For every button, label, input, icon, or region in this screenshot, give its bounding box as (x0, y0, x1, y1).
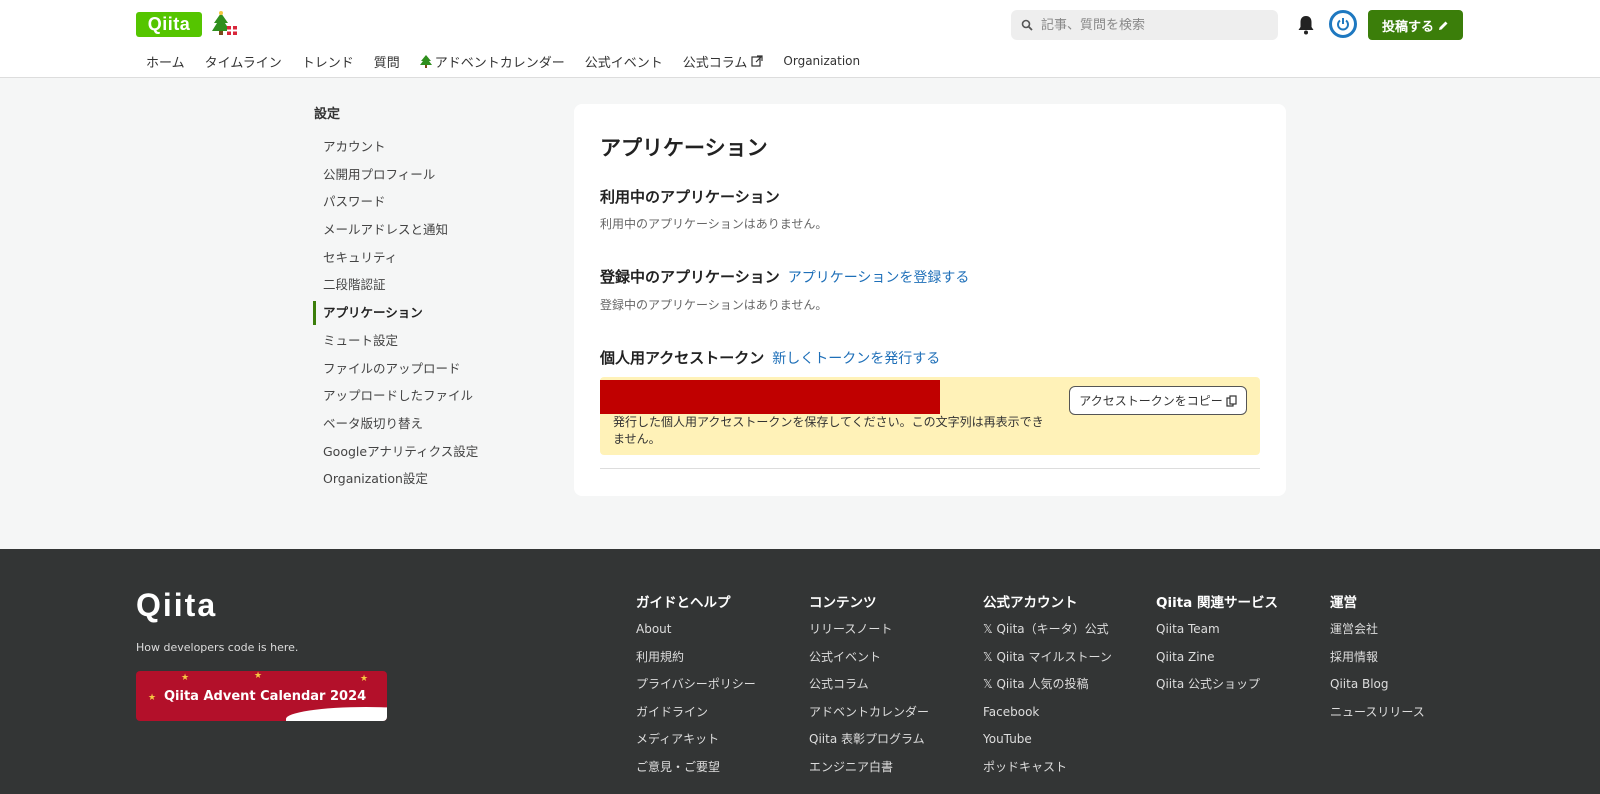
footer-link[interactable]: 𝕏 Qiita 人気の投稿 (983, 675, 1112, 703)
nav-advent-calendar[interactable]: アドベントカレンダー (410, 50, 575, 72)
registered-apps-empty: 登録中のアプリケーションはありません。 (600, 298, 828, 312)
sidebar-item-two-factor[interactable]: 二段階認証 (313, 271, 543, 299)
nav-organization[interactable]: Organization (773, 50, 870, 72)
in-use-apps-heading: 利用中のアプリケーション (600, 188, 780, 206)
footer-link[interactable]: About (636, 620, 756, 648)
footer-link[interactable]: 利用規約 (636, 648, 756, 676)
post-button-label: 投稿する (1381, 19, 1434, 35)
nav-questions[interactable]: 質問 (364, 50, 410, 72)
nav-timeline[interactable]: タイムライン (195, 50, 292, 72)
redacted-token (600, 380, 940, 414)
sidebar-item-organization[interactable]: Organization設定 (313, 465, 543, 493)
snow-decoration (286, 707, 387, 721)
copy-icon (1226, 394, 1237, 407)
notification-bell-icon[interactable] (1296, 14, 1316, 36)
advent-banner-label: Qiita Advent Calendar 2024 (164, 688, 367, 704)
footer-link[interactable]: 𝕏 Qiita（キータ）公式 (983, 620, 1112, 648)
footer-logo[interactable]: Qiita (136, 587, 217, 624)
star-icon: ★ (181, 673, 190, 683)
sidebar-item-uploaded-files[interactable]: アップロードしたファイル (313, 382, 543, 410)
personal-token-heading: 個人用アクセストークン 新しくトークンを発行する (600, 348, 941, 368)
sidebar-item-beta[interactable]: ベータ版切り替え (313, 410, 543, 438)
register-app-link[interactable]: アプリケーションを登録する (788, 267, 970, 287)
sidebar-item-file-upload[interactable]: ファイルのアップロード (313, 355, 543, 383)
user-avatar[interactable] (1329, 10, 1357, 38)
applications-card: アプリケーション 利用中のアプリケーション 利用中のアプリケーションはありません… (574, 104, 1286, 496)
footer-link[interactable]: Qiita Zine (1156, 648, 1278, 676)
footer-link[interactable]: 公式コラム (809, 675, 929, 703)
sidebar-item-public-profile[interactable]: 公開用プロフィール (313, 161, 543, 189)
site-header: Qiita 投稿する ホーム タイムライン トレンド 質問 (0, 0, 1600, 78)
footer-col-operations: 運営 運営会社 採用情報 Qiita Blog ニュースリリース (1330, 591, 1425, 730)
external-link-icon (751, 55, 764, 67)
footer-link[interactable]: 運営会社 (1330, 620, 1425, 648)
sidebar-item-security[interactable]: セキュリティ (313, 244, 543, 272)
nav-official-events[interactable]: 公式イベント (575, 50, 673, 72)
star-icon: ★ (254, 671, 263, 681)
footer-link[interactable]: Qiita 表彰プログラム (809, 730, 929, 758)
footer-link[interactable]: アドベントカレンダー (809, 703, 929, 731)
sidebar-item-google-analytics[interactable]: Googleアナリティクス設定 (313, 438, 543, 466)
page-title: アプリケーション (600, 136, 768, 160)
footer-link[interactable]: リリースノート (809, 620, 929, 648)
footer-col-contents: コンテンツ リリースノート 公式イベント 公式コラム アドベントカレンダー Qi… (809, 591, 929, 785)
sidebar-title: 設定 (314, 107, 341, 122)
footer-link[interactable]: YouTube (983, 730, 1112, 758)
sidebar-item-mute[interactable]: ミュート設定 (313, 327, 543, 355)
copy-token-button[interactable]: アクセストークンをコピー (1069, 386, 1247, 415)
christmas-tree-icon[interactable] (212, 11, 238, 37)
footer-link[interactable]: Qiita 公式ショップ (1156, 675, 1278, 703)
footer-link[interactable]: Qiita Blog (1330, 675, 1425, 703)
registered-apps-heading: 登録中のアプリケーション アプリケーションを登録する (600, 267, 970, 287)
section-divider (600, 468, 1260, 469)
footer-tagline: How developers code is here. (136, 641, 299, 654)
footer-link[interactable]: ニュースリリース (1330, 703, 1425, 731)
search-box[interactable] (1011, 10, 1278, 40)
token-note: 発行した個人用アクセストークンを保存してください。この文字列は再表示できません。 (613, 415, 1044, 446)
footer-link[interactable]: 採用情報 (1330, 648, 1425, 676)
issue-token-link[interactable]: 新しくトークンを発行する (772, 348, 940, 368)
in-use-apps-empty: 利用中のアプリケーションはありません。 (600, 217, 828, 231)
footer-link[interactable]: ポッドキャスト (983, 758, 1112, 786)
footer-link[interactable]: 公式イベント (809, 648, 929, 676)
settings-sidebar: 設定 アカウント 公開用プロフィール パスワード メールアドレスと通知 セキュリ… (313, 104, 543, 493)
footer-link[interactable]: メディアキット (636, 730, 756, 758)
tree-icon (419, 54, 432, 68)
search-input[interactable] (1041, 17, 1261, 33)
site-footer: Qiita How developers code is here. ★ ★ ★… (0, 549, 1600, 794)
footer-link[interactable]: ガイドライン (636, 703, 756, 731)
star-icon: ★ (148, 693, 157, 703)
sidebar-item-applications[interactable]: アプリケーション (313, 299, 543, 327)
main-nav: ホーム タイムライン トレンド 質問 アドベントカレンダー 公式イベント 公式コ… (136, 50, 870, 72)
post-button[interactable]: 投稿する (1368, 10, 1463, 40)
footer-link[interactable]: エンジニア白書 (809, 758, 929, 786)
footer-link[interactable]: 𝕏 Qiita マイルストーン (983, 648, 1112, 676)
footer-col-guide: ガイドとヘルプ About 利用規約 プライバシーポリシー ガイドライン メディ… (636, 591, 756, 785)
sidebar-item-password[interactable]: パスワード (313, 188, 543, 216)
token-notice-box: 発行した個人用アクセストークンを保存してください。この文字列は再表示できません。… (600, 377, 1260, 455)
pencil-icon (1439, 21, 1448, 30)
footer-link[interactable]: ご意見・ご要望 (636, 758, 756, 786)
star-icon: ★ (360, 674, 369, 684)
footer-col-related-services: Qiita 関連サービス Qiita Team Qiita Zine Qiita… (1156, 591, 1278, 703)
footer-link[interactable]: Qiita Team (1156, 620, 1278, 648)
footer-col-official-accounts: 公式アカウント 𝕏 Qiita（キータ）公式 𝕏 Qiita マイルストーン 𝕏… (983, 591, 1112, 785)
footer-link[interactable]: Facebook (983, 703, 1112, 731)
sidebar-item-email-notifications[interactable]: メールアドレスと通知 (313, 216, 543, 244)
power-icon (1337, 18, 1349, 31)
sidebar-item-account[interactable]: アカウント (313, 133, 543, 161)
nav-home[interactable]: ホーム (136, 50, 195, 72)
nav-official-column[interactable]: 公式コラム (673, 50, 774, 72)
advent-calendar-banner[interactable]: ★ ★ ★ ★ Qiita Advent Calendar 2024 (136, 671, 387, 721)
qiita-logo[interactable]: Qiita (136, 12, 202, 37)
footer-link[interactable]: プライバシーポリシー (636, 675, 756, 703)
nav-trend[interactable]: トレンド (292, 50, 364, 72)
search-icon (1021, 19, 1033, 31)
